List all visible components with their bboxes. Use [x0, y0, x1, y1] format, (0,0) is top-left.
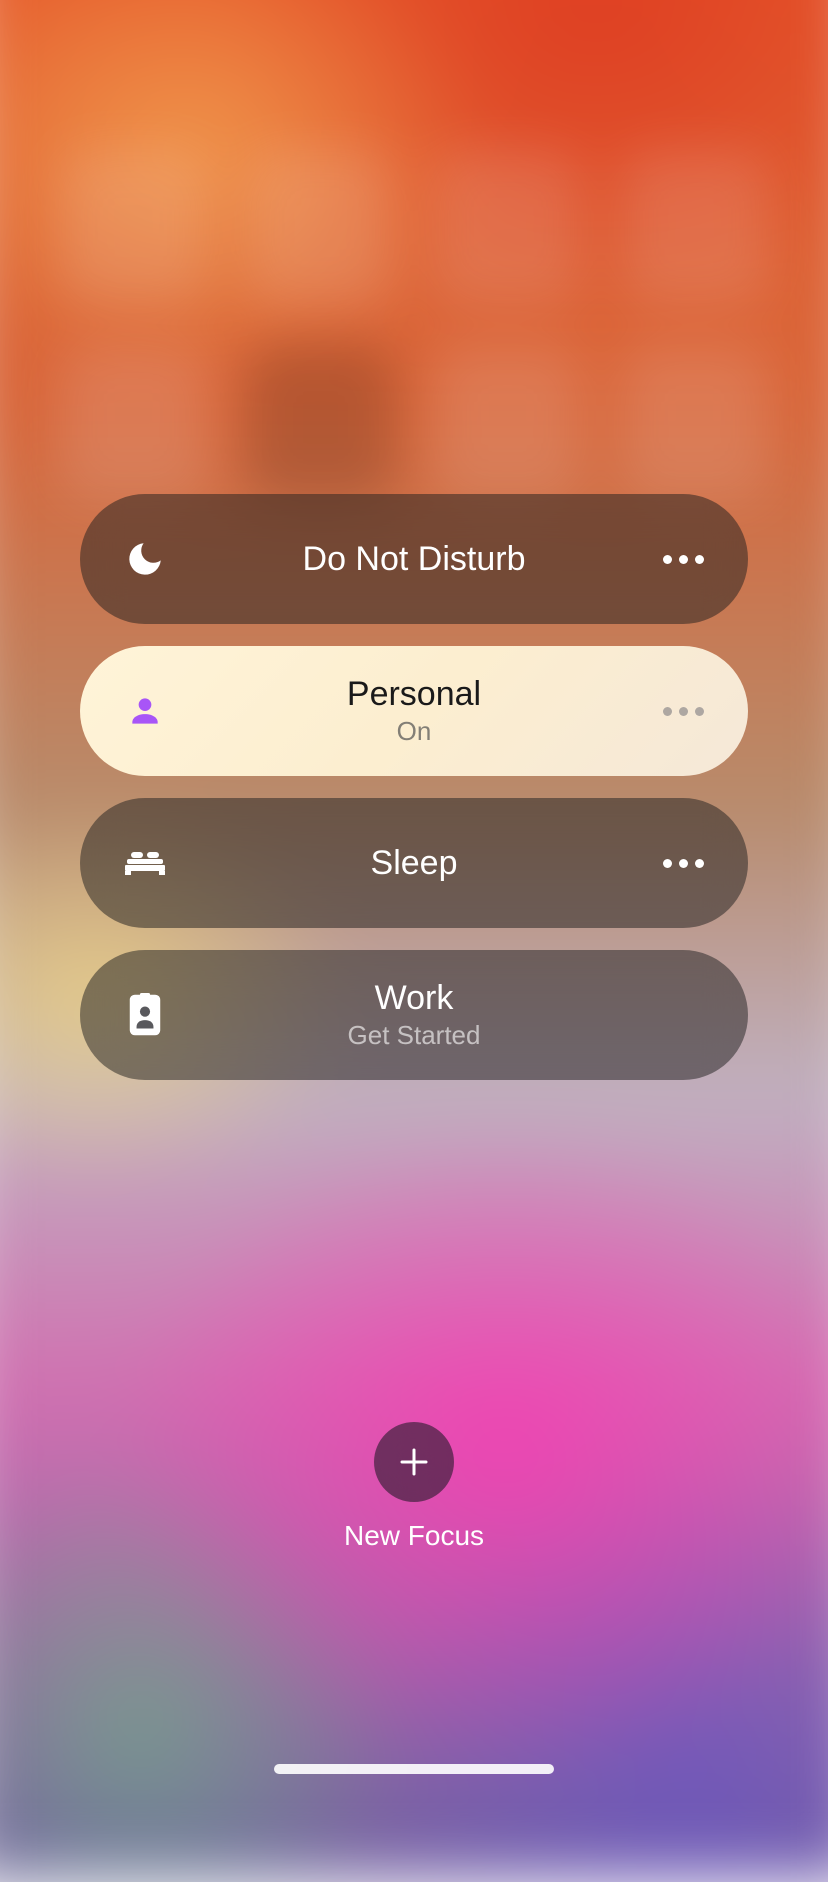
focus-item-personal[interactable]: Personal On: [80, 646, 748, 776]
more-options-button[interactable]: [658, 686, 708, 736]
more-options-button[interactable]: [658, 534, 708, 584]
moon-icon: [120, 534, 170, 584]
focus-item-sleep[interactable]: Sleep: [80, 798, 748, 928]
badge-icon: [120, 990, 170, 1040]
focus-title: Work: [375, 979, 454, 1018]
more-spacer: [658, 990, 708, 1040]
focus-title: Personal: [347, 675, 481, 714]
focus-text-container: Do Not Disturb: [170, 540, 658, 579]
focus-item-do-not-disturb[interactable]: Do Not Disturb: [80, 494, 748, 624]
new-focus-container: New Focus: [344, 1422, 484, 1552]
ellipsis-icon: [663, 859, 704, 868]
focus-item-work[interactable]: Work Get Started: [80, 950, 748, 1080]
new-focus-button[interactable]: [374, 1422, 454, 1502]
home-indicator[interactable]: [274, 1764, 554, 1774]
focus-modes-list: Do Not Disturb Personal On: [80, 494, 748, 1080]
blurred-homescreen-apps: [60, 150, 768, 500]
focus-subtitle: On: [397, 716, 432, 747]
new-focus-label: New Focus: [344, 1520, 484, 1552]
ellipsis-icon: [663, 707, 704, 716]
plus-icon: [396, 1444, 432, 1480]
focus-title: Sleep: [371, 844, 458, 883]
focus-text-container: Work Get Started: [170, 979, 658, 1051]
bed-icon: [120, 838, 170, 888]
focus-title: Do Not Disturb: [303, 540, 526, 579]
focus-text-container: Personal On: [170, 675, 658, 747]
ellipsis-icon: [663, 555, 704, 564]
focus-text-container: Sleep: [170, 844, 658, 883]
focus-subtitle: Get Started: [348, 1020, 481, 1051]
person-icon: [120, 686, 170, 736]
more-options-button[interactable]: [658, 838, 708, 888]
